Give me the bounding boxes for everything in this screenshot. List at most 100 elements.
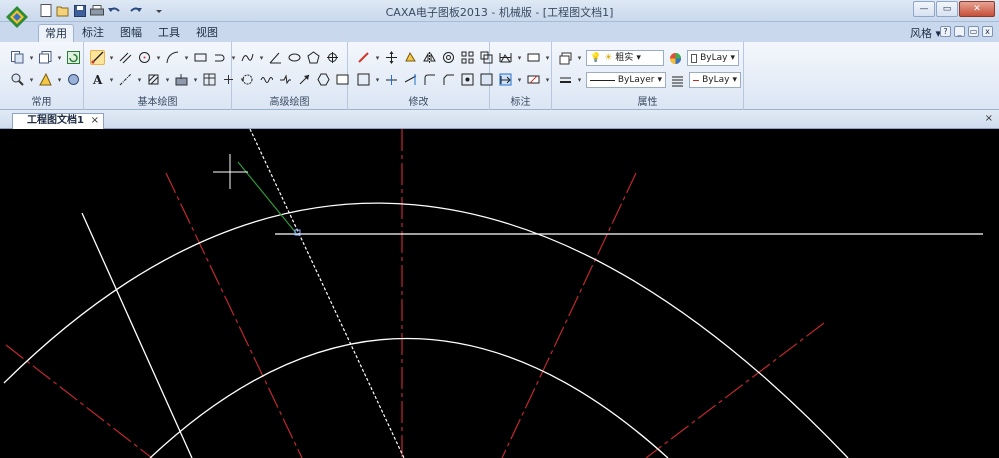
copy-object-icon[interactable] xyxy=(10,50,25,65)
tab-annotate[interactable]: 标注 xyxy=(78,24,108,42)
rectangle-tool-icon[interactable] xyxy=(193,50,208,65)
select-box-icon[interactable] xyxy=(356,72,371,87)
gear-icon[interactable] xyxy=(240,72,255,87)
refresh-icon[interactable] xyxy=(66,50,81,65)
app-logo-icon[interactable] xyxy=(4,4,30,30)
chamfer-icon[interactable] xyxy=(441,72,456,87)
angle-line-icon[interactable] xyxy=(268,50,283,65)
help-icon[interactable]: ? xyxy=(940,26,951,37)
dropdown-arrow-icon[interactable]: ▾ xyxy=(545,72,550,87)
tolerance-icon[interactable] xyxy=(498,72,513,87)
tab-sheet[interactable]: 图幅 xyxy=(116,24,146,42)
layers-icon[interactable] xyxy=(38,50,53,65)
dropdown-arrow-icon[interactable]: ▾ xyxy=(577,73,582,88)
linetype-combo[interactable]: ByLayer ▾ xyxy=(586,72,666,88)
break-icon[interactable] xyxy=(460,72,475,87)
color-combo[interactable]: ByLay ▾ xyxy=(687,50,739,66)
break-line-icon[interactable] xyxy=(278,72,293,87)
document-tab[interactable]: 工程图文档1 × xyxy=(12,113,104,129)
selected-line xyxy=(249,128,405,458)
arc-tool-icon[interactable] xyxy=(165,50,180,65)
erase-icon[interactable] xyxy=(356,50,371,65)
tab-close-icon[interactable]: × xyxy=(91,114,99,128)
circle-tool-icon[interactable] xyxy=(137,50,152,65)
polygon-icon[interactable] xyxy=(306,50,321,65)
dropdown-arrow-icon[interactable]: ▾ xyxy=(184,50,189,65)
dropdown-arrow-icon[interactable]: ▾ xyxy=(375,50,380,65)
document-close-icon[interactable]: × xyxy=(985,113,993,124)
color-value: ByLay xyxy=(700,53,728,63)
dropdown-arrow-icon[interactable]: ▾ xyxy=(57,50,62,65)
style-menu[interactable]: 风格 ▾ xyxy=(910,25,941,41)
dropdown-arrow-icon[interactable]: ▾ xyxy=(109,50,114,65)
document-tab-label: 工程图文档1 xyxy=(27,115,84,126)
move-icon[interactable] xyxy=(384,50,399,65)
dropdown-arrow-icon[interactable]: ▾ xyxy=(156,50,161,65)
fillet-icon[interactable] xyxy=(422,72,437,87)
mdi-close-icon[interactable]: x xyxy=(982,26,993,37)
dropdown-arrow-icon[interactable]: ▾ xyxy=(29,50,34,65)
drawing-canvas[interactable] xyxy=(0,128,999,458)
dropdown-arrow-icon[interactable]: ▾ xyxy=(517,72,522,87)
dimension-icon[interactable] xyxy=(498,50,513,65)
array-icon[interactable] xyxy=(460,50,475,65)
parallel-line-icon[interactable] xyxy=(118,50,133,65)
line-style-icon[interactable] xyxy=(670,73,685,88)
group-label: 高级绘图 xyxy=(269,97,310,108)
color-swatch xyxy=(691,53,698,63)
window-controls: — ▭ ✕ xyxy=(913,1,995,17)
hatch-icon[interactable] xyxy=(146,72,161,87)
group-properties: ▾ 💡 ☀ 粗实 ▾ ByLay ▾ ▾ ByLayer ▾ ByLay ▾ 属… xyxy=(552,42,744,110)
mdi-restore-icon[interactable]: ▭ xyxy=(968,26,979,37)
leader-icon[interactable] xyxy=(526,72,541,87)
purge-icon[interactable] xyxy=(66,72,81,87)
text-label-icon[interactable] xyxy=(526,50,541,65)
dropdown-arrow-icon[interactable]: ▾ xyxy=(29,72,34,87)
extend-icon[interactable] xyxy=(403,72,418,87)
dropdown-arrow-icon[interactable]: ▾ xyxy=(109,72,114,87)
layer-combo[interactable]: 💡 ☀ 粗实 ▾ xyxy=(586,50,664,66)
centermark-icon[interactable] xyxy=(325,50,340,65)
properties-icon[interactable] xyxy=(38,72,53,87)
dropdown-arrow-icon[interactable]: ▾ xyxy=(259,50,264,65)
color-wheel-icon[interactable] xyxy=(668,51,683,66)
dropdown-arrow-icon[interactable]: ▾ xyxy=(545,50,550,65)
tab-tools[interactable]: 工具 xyxy=(154,24,184,42)
offset-icon[interactable] xyxy=(441,50,456,65)
line-color-combo[interactable]: ByLay ▾ xyxy=(689,72,741,88)
svg-text:A: A xyxy=(92,73,103,86)
table-icon[interactable] xyxy=(202,72,217,87)
dropdown-arrow-icon[interactable]: ▾ xyxy=(517,50,522,65)
rotate-icon[interactable] xyxy=(403,50,418,65)
tab-view[interactable]: 视图 xyxy=(192,24,222,42)
dropdown-arrow-icon[interactable]: ▾ xyxy=(193,72,198,87)
block-insert-icon[interactable] xyxy=(174,72,189,87)
dropdown-arrow-icon[interactable]: ▾ xyxy=(165,72,170,87)
ellipse-icon[interactable] xyxy=(287,50,302,65)
mdi-minimize-icon[interactable]: _ xyxy=(954,26,965,37)
zoom-icon[interactable] xyxy=(10,72,25,87)
crosshair-cursor xyxy=(213,154,248,189)
hexagon-icon[interactable] xyxy=(316,72,331,87)
minimize-button[interactable]: — xyxy=(913,1,935,17)
drawing-svg xyxy=(3,128,983,458)
dropdown-arrow-icon[interactable]: ▾ xyxy=(137,72,142,87)
mirror-icon[interactable] xyxy=(422,50,437,65)
dropdown-arrow-icon[interactable]: ▾ xyxy=(375,72,380,87)
arrow-icon[interactable] xyxy=(297,72,312,87)
maximize-button[interactable]: ▭ xyxy=(936,1,958,17)
dropdown-arrow-icon[interactable]: ▾ xyxy=(57,72,62,87)
group-label: 常用 xyxy=(31,97,52,108)
text-tool-icon[interactable]: A xyxy=(90,72,105,87)
dropdown-arrow-icon[interactable]: ▾ xyxy=(577,51,582,66)
centerline-icon[interactable] xyxy=(118,72,133,87)
layer-manager-icon[interactable] xyxy=(558,51,573,66)
tab-common[interactable]: 常用 xyxy=(38,24,74,42)
polyline-tool-icon[interactable] xyxy=(212,50,227,65)
line-weight-icon[interactable] xyxy=(558,73,573,88)
line-tool-icon[interactable] xyxy=(90,50,105,65)
spline-icon[interactable] xyxy=(240,50,255,65)
wave-line-icon[interactable] xyxy=(259,72,274,87)
close-button[interactable]: ✕ xyxy=(959,1,995,17)
trim-icon[interactable] xyxy=(384,72,399,87)
